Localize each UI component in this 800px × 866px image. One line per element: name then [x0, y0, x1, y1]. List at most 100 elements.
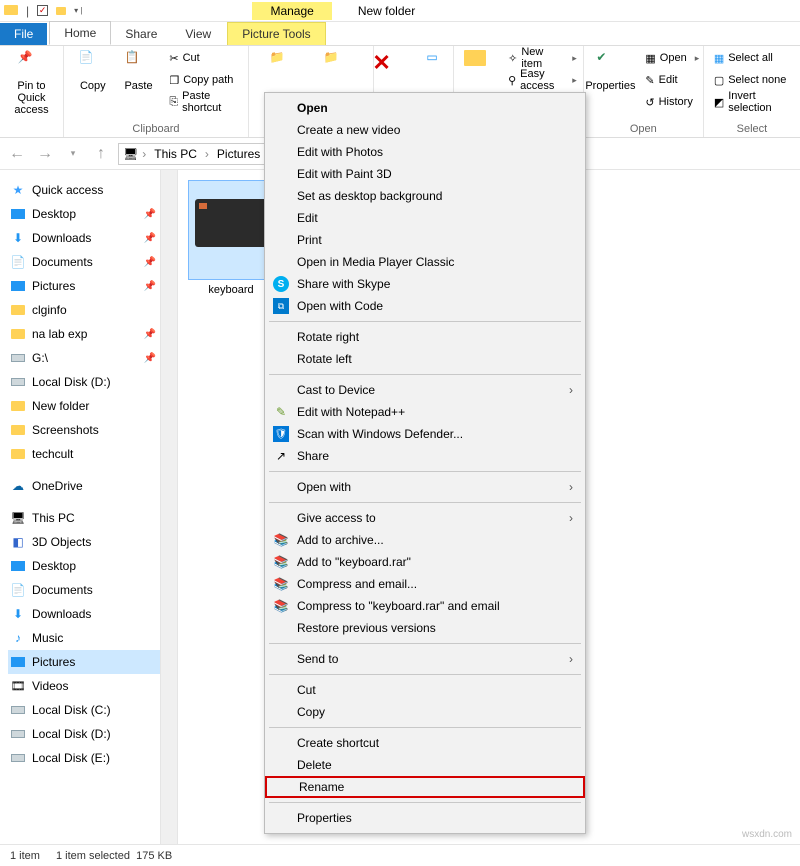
select-all-button[interactable]: ▦Select all — [712, 48, 792, 68]
sidebar-downloads2[interactable]: ⬇Downloads — [8, 602, 160, 626]
ctx-restore-versions[interactable]: Restore previous versions — [267, 617, 583, 639]
sidebar-screenshots[interactable]: Screenshots — [8, 418, 160, 442]
ctx-rotate-right[interactable]: Rotate right — [267, 326, 583, 348]
tab-file[interactable]: File — [0, 23, 47, 45]
ctx-copy[interactable]: Copy — [267, 701, 583, 723]
ctx-compress-email[interactable]: 📚Compress and email... — [267, 573, 583, 595]
ctx-send-to[interactable]: Send to› — [267, 648, 583, 670]
invert-selection-button[interactable]: ◩Invert selection — [712, 92, 792, 112]
pin-to-quick-access-button[interactable]: 📌 Pin to Quick access — [7, 50, 57, 116]
sidebar-desktop[interactable]: Desktop📌 — [8, 202, 160, 226]
ctx-open[interactable]: Open — [267, 97, 583, 119]
sidebar-g-drive[interactable]: G:\📌 — [8, 346, 160, 370]
new-folder-button[interactable] — [458, 50, 498, 90]
ctx-create-shortcut[interactable]: Create shortcut — [267, 732, 583, 754]
ctx-share[interactable]: ↗Share — [267, 445, 583, 467]
sidebar-music[interactable]: ♪Music — [8, 626, 160, 650]
ctx-rename[interactable]: Rename — [265, 776, 585, 798]
qat-divider: | — [26, 4, 29, 18]
drive-icon — [10, 702, 26, 718]
back-button[interactable]: ← — [6, 145, 28, 163]
sidebar-documents2[interactable]: 📄Documents — [8, 578, 160, 602]
sidebar-thispc[interactable]: 🖥This PC — [8, 506, 160, 530]
sidebar-desktop2[interactable]: Desktop — [8, 554, 160, 578]
select-none-button[interactable]: ▢Select none — [712, 70, 792, 90]
sidebar-onedrive[interactable]: ☁OneDrive — [8, 474, 160, 498]
sidebar-clginfo[interactable]: clginfo — [8, 298, 160, 322]
sidebar-techcult[interactable]: techcult — [8, 442, 160, 466]
sidebar-videos[interactable]: 🎞Videos — [8, 674, 160, 698]
ctx-add-archive[interactable]: 📚Add to archive... — [267, 529, 583, 551]
sidebar-documents[interactable]: 📄Documents📌 — [8, 250, 160, 274]
ctx-vscode[interactable]: ⧉Open with Code — [267, 295, 583, 317]
drive-icon — [10, 374, 26, 390]
crumb-pictures[interactable]: Pictures — [213, 147, 264, 161]
copy-button[interactable]: 📄 Copy — [72, 50, 114, 112]
ctx-give-access[interactable]: Give access to› — [267, 507, 583, 529]
properties-button[interactable]: ✔ Properties — [585, 50, 635, 112]
sidebar-pictures2[interactable]: Pictures — [8, 650, 160, 674]
sidebar-3dobjects[interactable]: ◧3D Objects — [8, 530, 160, 554]
crumb-thispc[interactable]: This PC — [150, 147, 201, 161]
cut-button[interactable]: ✂Cut — [167, 48, 240, 68]
ctx-notepadpp[interactable]: ✎Edit with Notepad++ — [267, 401, 583, 423]
file-keyboard[interactable]: keyboard — [188, 180, 274, 296]
ctx-add-kbrar[interactable]: 📚Add to "keyboard.rar" — [267, 551, 583, 573]
forward-button[interactable]: → — [34, 145, 56, 163]
tab-picture-tools[interactable]: Picture Tools — [227, 22, 325, 45]
folder-icon — [4, 4, 18, 18]
ctx-compress-kb-email[interactable]: 📚Compress to "keyboard.rar" and email — [267, 595, 583, 617]
ctx-edit[interactable]: Edit — [267, 207, 583, 229]
copy-path-button[interactable]: ❐Copy path — [167, 70, 240, 90]
ctx-print[interactable]: Print — [267, 229, 583, 251]
chevron-right-icon: › — [569, 652, 573, 666]
sidebar-nalab[interactable]: na lab exp📌 — [8, 322, 160, 346]
sidebar-quick-access[interactable]: ★Quick access — [8, 178, 160, 202]
tab-home[interactable]: Home — [49, 21, 111, 45]
qat-dropdown-icon[interactable]: ▾ | — [74, 6, 82, 15]
sidebar-localdisk-d2[interactable]: Local Disk (D:) — [8, 722, 160, 746]
copyto-button[interactable]: 📁 — [313, 50, 363, 78]
sidebar-newfolder[interactable]: New folder — [8, 394, 160, 418]
new-item-button[interactable]: ✧New item — [506, 48, 579, 68]
edit-button[interactable]: ✎Edit — [643, 70, 701, 90]
moveto-button[interactable]: 📁 — [259, 50, 309, 78]
paste-button[interactable]: 📋 Paste — [118, 50, 160, 112]
ctx-open-with[interactable]: Open with› — [267, 476, 583, 498]
ctx-mpc[interactable]: Open in Media Player Classic — [267, 251, 583, 273]
star-icon: ★ — [10, 182, 26, 198]
sidebar-downloads[interactable]: ⬇Downloads📌 — [8, 226, 160, 250]
ctx-cut[interactable]: Cut — [267, 679, 583, 701]
sidebar-pictures[interactable]: Pictures📌 — [8, 274, 160, 298]
ctx-cast[interactable]: Cast to Device› — [267, 379, 583, 401]
separator — [269, 502, 581, 503]
ctx-set-background[interactable]: Set as desktop background — [267, 185, 583, 207]
manage-contextual-tab[interactable]: Manage — [252, 2, 331, 20]
ctx-skype[interactable]: SShare with Skype — [267, 273, 583, 295]
open-button[interactable]: ▦Open — [643, 48, 701, 68]
delete-button[interactable]: ✕ — [361, 50, 411, 78]
ctx-rotate-left[interactable]: Rotate left — [267, 348, 583, 370]
tab-view[interactable]: View — [171, 23, 225, 45]
ctx-edit-photos[interactable]: Edit with Photos — [267, 141, 583, 163]
paste-shortcut-button[interactable]: ⎘Paste shortcut — [167, 92, 240, 112]
folder-icon — [10, 446, 26, 462]
tab-share[interactable]: Share — [111, 23, 171, 45]
checkbox-icon[interactable]: ✓ — [37, 5, 48, 16]
recent-dropdown[interactable]: ▾ — [62, 148, 84, 159]
sidebar-localdisk-c[interactable]: Local Disk (C:) — [8, 698, 160, 722]
up-button[interactable]: ↑ — [90, 145, 112, 163]
sidebar-localdisk-e[interactable]: Local Disk (E:) — [8, 746, 160, 770]
pin-icon: 📌 — [18, 50, 46, 78]
video-icon: 🎞 — [10, 678, 26, 694]
doc-icon: 📄 — [10, 582, 26, 598]
ctx-delete[interactable]: Delete — [267, 754, 583, 776]
ctx-properties[interactable]: Properties — [267, 807, 583, 829]
easy-access-button[interactable]: ⚲Easy access — [506, 70, 579, 90]
history-button[interactable]: ↺History — [643, 92, 701, 112]
ctx-edit-paint3d[interactable]: Edit with Paint 3D — [267, 163, 583, 185]
ctx-create-video[interactable]: Create a new video — [267, 119, 583, 141]
sidebar-scrollbar[interactable] — [160, 170, 178, 844]
sidebar-localdisk-d[interactable]: Local Disk (D:) — [8, 370, 160, 394]
ctx-defender[interactable]: 🛡Scan with Windows Defender... — [267, 423, 583, 445]
